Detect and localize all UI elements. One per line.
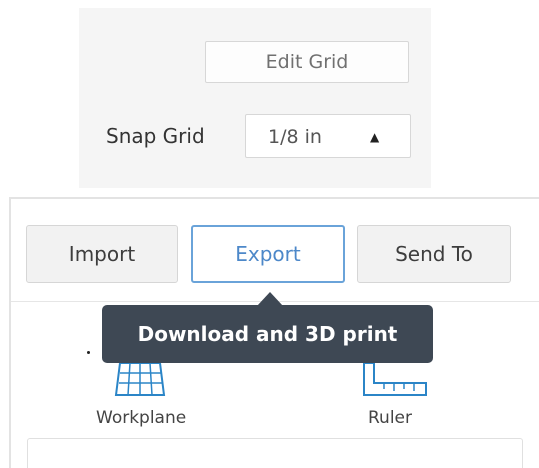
grid-settings-panel: Edit Grid Snap Grid 1/8 in ▲ bbox=[79, 8, 431, 188]
workplane-label[interactable]: Workplane bbox=[96, 407, 186, 429]
workplane-icon[interactable] bbox=[112, 361, 166, 399]
export-button[interactable]: Export bbox=[191, 225, 345, 283]
edit-grid-button[interactable]: Edit Grid bbox=[205, 41, 409, 83]
snap-grid-label: Snap Grid bbox=[106, 124, 205, 148]
panel-border-top bbox=[9, 197, 539, 199]
app-stage: Edit Grid Snap Grid 1/8 in ▲ Import Expo… bbox=[0, 0, 539, 468]
snap-grid-value: 1/8 in bbox=[268, 126, 322, 148]
snap-grid-select[interactable]: 1/8 in ▲ bbox=[245, 114, 411, 158]
caret-up-icon: ▲ bbox=[370, 130, 380, 144]
panel-border-left bbox=[9, 197, 11, 468]
export-tooltip: Download and 3D print bbox=[102, 305, 433, 363]
panel-bottom-field bbox=[27, 438, 523, 468]
send-to-button[interactable]: Send To bbox=[357, 225, 511, 283]
ruler-label[interactable]: Ruler bbox=[368, 407, 412, 429]
cursor-dot bbox=[87, 351, 90, 354]
import-button[interactable]: Import bbox=[26, 225, 178, 283]
ruler-icon[interactable] bbox=[362, 361, 430, 397]
tooltip-arrow bbox=[257, 292, 283, 306]
